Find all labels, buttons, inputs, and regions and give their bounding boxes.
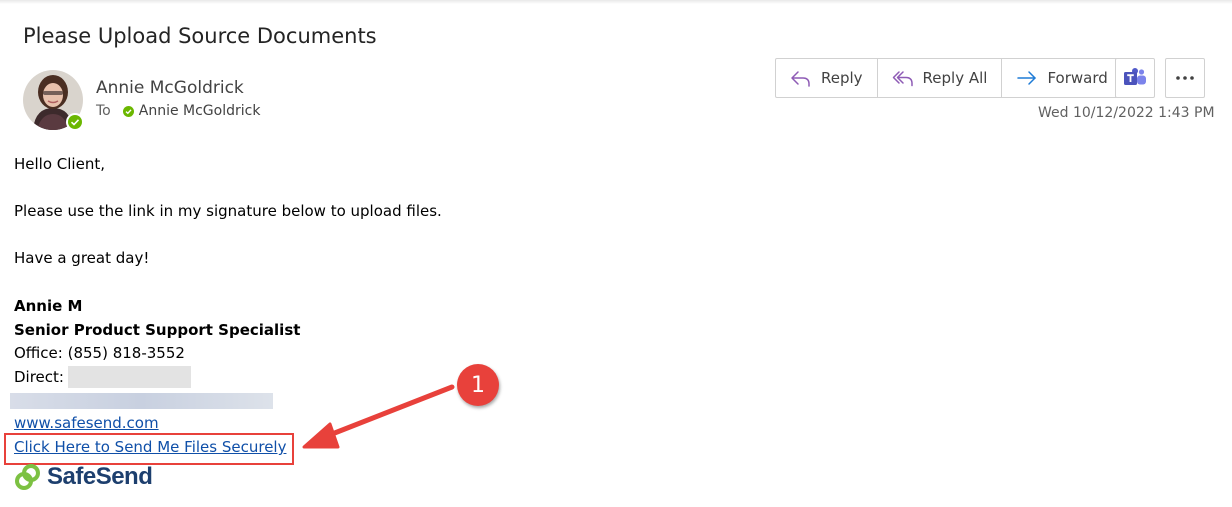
annotation-arrow bbox=[302, 384, 455, 449]
annotation-step-badge: 1 bbox=[457, 364, 499, 406]
